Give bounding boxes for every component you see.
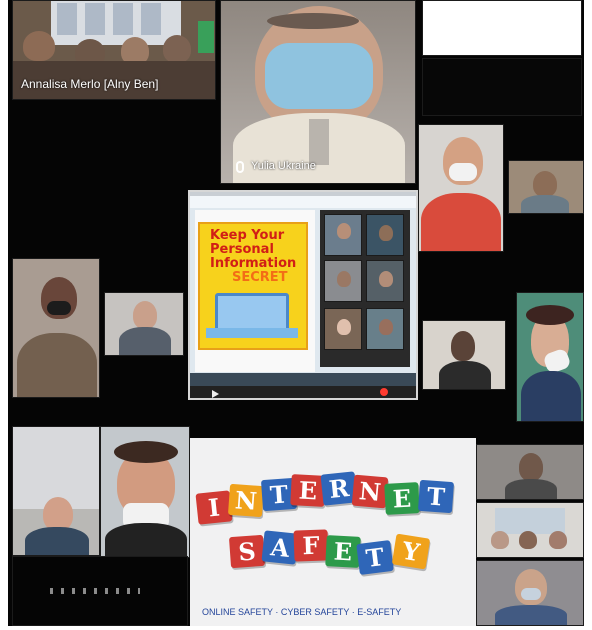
participant-tile[interactable]	[12, 426, 100, 556]
participant-tile[interactable]	[476, 444, 584, 500]
video-call-collage: Annalisa Merlo [Alny Ben] Yulia Ukraine	[8, 0, 584, 626]
participant-tile[interactable]	[476, 502, 584, 558]
shared-screen-presentation[interactable]: Keep Your Personal Information SECRET	[188, 190, 418, 400]
book-cover: Keep Your Personal Information SECRET	[198, 222, 308, 350]
participant-tile[interactable]	[100, 426, 190, 558]
letter-block: T	[356, 540, 394, 575]
letter-block: Y	[391, 533, 431, 570]
participant-name-label: Yulia Ukraine	[251, 160, 316, 172]
letter-block: T	[417, 479, 455, 514]
video-off-tile[interactable]	[422, 58, 582, 116]
book-title-line: Information	[210, 256, 297, 271]
participant-name-label: Annalisa Merlo [Alny Ben]	[21, 77, 159, 91]
letter-block: I	[195, 490, 233, 525]
mini-video-thumbnail	[324, 308, 362, 350]
book-title-line: Keep Your	[210, 228, 285, 243]
letter-block: N	[351, 474, 389, 509]
laptop-illustration	[215, 293, 289, 331]
letter-block: F	[293, 529, 329, 562]
participant-tile[interactable]	[476, 560, 584, 626]
letter-block: N	[227, 483, 265, 518]
book-title-line: Personal	[210, 242, 274, 257]
collage-canvas: Annalisa Merlo [Alny Ben] Yulia Ukraine	[0, 0, 592, 630]
record-icon[interactable]	[380, 388, 388, 396]
internet-safety-banner: I N T E R N E T S A F E T Y ONLINE SAFET…	[190, 438, 476, 626]
letter-block: S	[228, 534, 266, 569]
participant-tile[interactable]	[508, 160, 584, 214]
mini-video-thumbnail	[366, 214, 404, 256]
letter-block: E	[384, 482, 420, 515]
letter-block: E	[325, 535, 361, 568]
video-off-tile[interactable]	[422, 0, 582, 56]
participant-tile[interactable]	[516, 292, 584, 422]
safety-caption: ONLINE SAFETY · CYBER SAFETY · E-SAFETY	[202, 607, 402, 617]
participant-tile[interactable]	[104, 292, 184, 356]
participant-tile-yulia[interactable]: Yulia Ukraine	[220, 0, 416, 184]
play-icon[interactable]	[212, 390, 219, 398]
pagination-dots[interactable]	[50, 588, 140, 594]
participant-tile[interactable]	[422, 320, 506, 390]
mini-video-thumbnail	[366, 260, 404, 302]
mini-video-thumbnail	[366, 308, 404, 350]
book-title-line: SECRET	[232, 270, 288, 285]
participant-tile-annalisa[interactable]: Annalisa Merlo [Alny Ben]	[12, 0, 216, 100]
participant-tile[interactable]	[12, 258, 100, 398]
microphone-icon	[236, 161, 244, 173]
participant-tile[interactable]	[418, 124, 504, 252]
mini-video-thumbnail	[324, 214, 362, 256]
mini-video-thumbnail	[324, 260, 362, 302]
